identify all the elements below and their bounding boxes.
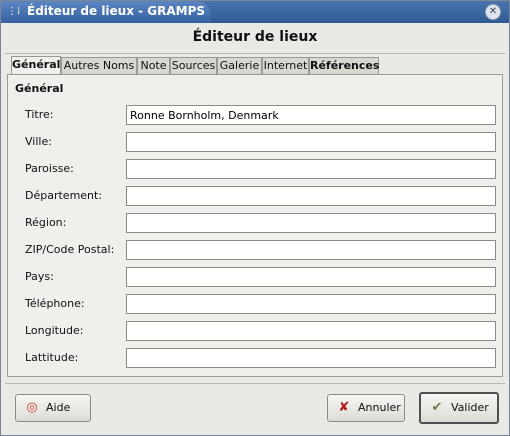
longitude-field[interactable] [126,321,496,341]
title-tab: ⋮⁞ Éditeur de lieux - GRAMPS [1,1,211,23]
departement-label: Département: [25,189,103,202]
pays-label: Pays: [25,270,54,283]
zip-label: ZIP/Code Postal: [25,243,115,256]
latitude-field[interactable] [126,348,496,368]
telephone-label: Téléphone: [25,297,85,310]
telephone-field[interactable] [126,294,496,314]
tab-sources[interactable]: Sources [170,57,217,74]
window-menu-icon[interactable]: ⋮⁞ [7,6,21,18]
longitude-label: Longitude: [25,324,84,337]
ville-field[interactable] [126,132,496,152]
lifebuoy-icon: ◎ [26,400,38,415]
zip-field[interactable] [126,240,496,260]
place-editor-window: ⋮⁞ Éditeur de lieux - GRAMPS ✕ Éditeur d… [0,0,510,436]
help-button[interactable]: ◎ Aide [15,394,91,422]
titre-field[interactable] [126,105,496,125]
ok-button[interactable]: ✔ Valider [419,392,499,424]
ville-label: Ville: [25,135,52,148]
window-title: Éditeur de lieux - GRAMPS [27,4,206,18]
paroisse-label: Paroisse: [25,162,74,175]
tab-galerie[interactable]: Galerie [217,57,262,74]
title-bar[interactable]: ⋮⁞ Éditeur de lieux - GRAMPS ✕ [1,1,509,23]
ok-button-label: Valider [451,401,489,414]
section-title: Général [15,82,64,95]
cancel-button[interactable]: ✘ Annuler [327,394,405,422]
tab-general[interactable]: Général [11,56,61,75]
latitude-label: Lattitude: [25,351,79,364]
region-label: Région: [25,216,67,229]
region-field[interactable] [126,213,496,233]
cancel-button-label: Annuler [358,401,401,414]
tab-panel-general: Général Titre: Ville: Paroisse: Départem… [7,74,503,377]
departement-field[interactable] [126,186,496,206]
close-icon[interactable]: ✕ [485,4,501,20]
header-divider [5,53,505,54]
titre-label: Titre: [25,108,54,121]
help-button-label: Aide [46,401,71,414]
pays-field[interactable] [126,267,496,287]
paroisse-field[interactable] [126,159,496,179]
dialog-header: Éditeur de lieux [192,29,318,45]
button-divider [5,383,505,384]
tab-references[interactable]: Références [309,57,379,74]
checkmark-hand-icon: ✔ [431,400,443,415]
tab-note[interactable]: Note [137,57,170,74]
tab-internet[interactable]: Internet [262,57,309,74]
tab-autres-noms[interactable]: Autres Noms [61,57,137,74]
cross-icon: ✘ [338,400,350,415]
